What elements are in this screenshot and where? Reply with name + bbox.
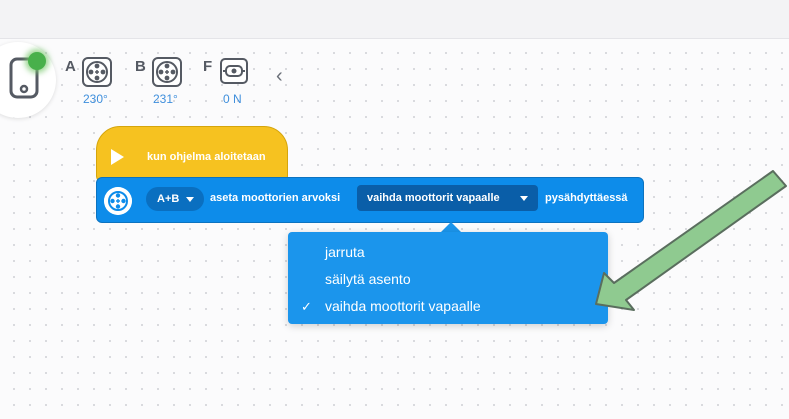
annotation-arrow [595, 170, 787, 311]
